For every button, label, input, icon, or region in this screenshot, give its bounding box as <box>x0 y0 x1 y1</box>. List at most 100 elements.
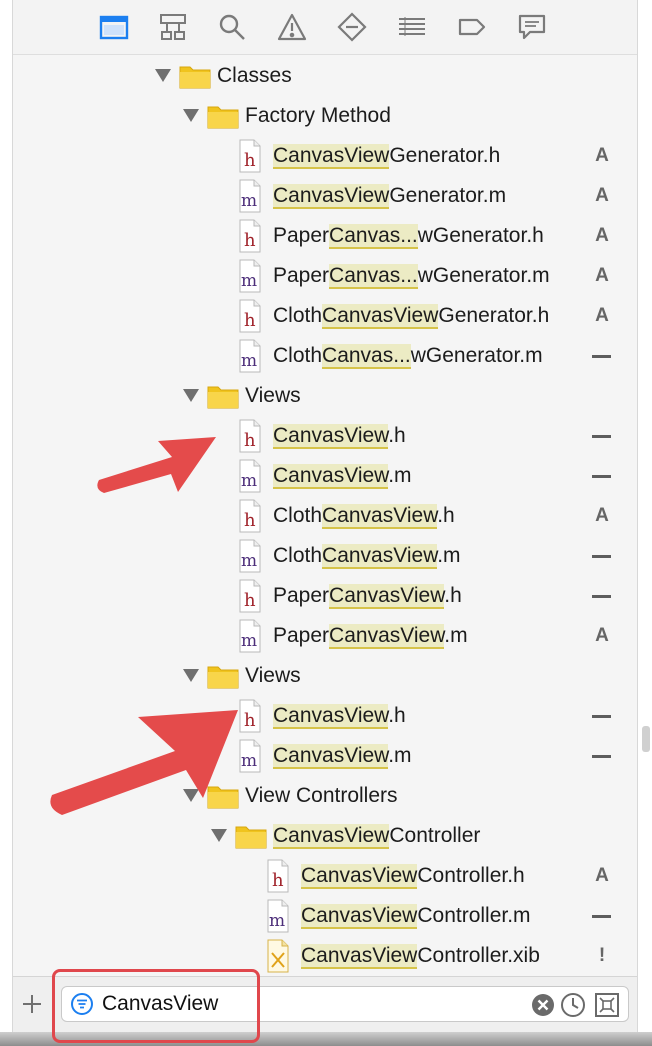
folder-label: Views <box>245 384 301 407</box>
file-row[interactable]: m ClothCanvas...wGenerator.m <box>13 336 637 376</box>
folder-icon[interactable] <box>97 10 131 44</box>
file-row[interactable]: m CanvasView.m <box>13 736 637 776</box>
source-control-filter-icon[interactable] <box>594 992 620 1018</box>
status-none-indicator <box>592 475 611 478</box>
folder-row[interactable]: Classes <box>13 56 637 96</box>
file-row[interactable]: h CanvasViewGenerator.h A <box>13 136 637 176</box>
svg-text:h: h <box>244 590 256 611</box>
file-name: ClothCanvasView.h <box>273 496 455 536</box>
source-control-status: A <box>595 625 609 646</box>
disclosure-triangle-icon[interactable] <box>211 829 227 842</box>
implementation-file-icon: m <box>239 539 261 573</box>
source-control-status: ! <box>598 945 606 966</box>
comment-icon[interactable] <box>515 10 549 44</box>
folder-icon <box>235 826 267 849</box>
annotation-highlight-box <box>52 969 260 1043</box>
recent-files-icon[interactable] <box>560 992 586 1018</box>
file-name: ClothCanvas...wGenerator.m <box>273 336 543 376</box>
svg-text:m: m <box>241 751 257 771</box>
svg-text:m: m <box>241 551 257 571</box>
file-name: CanvasView.h <box>273 416 406 456</box>
filter-match-highlight: CanvasView <box>329 584 445 609</box>
name-part: .h <box>437 504 455 527</box>
folder-name: Views <box>245 376 301 416</box>
clear-filter-icon[interactable] <box>530 992 556 1018</box>
name-part: Paper <box>273 584 330 607</box>
filter-match-highlight: CanvasView <box>322 304 439 329</box>
filter-match-highlight: CanvasView <box>329 624 445 649</box>
folder-name: Views <box>245 656 301 696</box>
name-part: Controller.xib <box>417 944 540 967</box>
file-row[interactable]: h CanvasView.h <box>13 416 637 456</box>
file-tree: Classes Factory Method h CanvasViewGenerato… <box>13 56 637 976</box>
folder-row[interactable]: Views <box>13 376 637 416</box>
folder-row[interactable]: Views <box>13 656 637 696</box>
source-control-status: A <box>595 225 609 246</box>
file-row[interactable]: m CanvasViewController.m <box>13 896 637 936</box>
name-part: .h <box>388 704 406 727</box>
file-row[interactable]: m CanvasView.m <box>13 456 637 496</box>
warning-icon[interactable] <box>275 10 309 44</box>
file-row[interactable]: m CanvasViewGenerator.m A <box>13 176 637 216</box>
source-control-status: A <box>595 145 609 166</box>
file-row[interactable]: h CanvasView.h <box>13 696 637 736</box>
file-row[interactable]: h ClothCanvasViewGenerator.h A <box>13 296 637 336</box>
implementation-file-icon: m <box>239 739 261 773</box>
file-name: CanvasView.h <box>273 696 406 736</box>
file-row[interactable]: h ClothCanvasView.h A <box>13 496 637 536</box>
folder-label: Views <box>245 664 301 687</box>
file-row[interactable]: h CanvasViewController.h A <box>13 856 637 896</box>
disclosure-triangle-icon[interactable] <box>155 69 171 82</box>
folder-icon <box>207 666 239 689</box>
test-diamond-icon[interactable] <box>335 10 369 44</box>
filter-match-highlight: CanvasView <box>322 544 438 569</box>
file-row[interactable]: m PaperCanvasView.m A <box>13 616 637 656</box>
svg-text:m: m <box>269 911 285 931</box>
name-part: Generator.h <box>438 304 550 327</box>
disclosure-triangle-icon[interactable] <box>183 789 199 802</box>
filter-match-highlight: CanvasView <box>273 824 390 849</box>
list-icon[interactable] <box>395 10 429 44</box>
name-part: Cloth <box>273 344 323 367</box>
file-row[interactable]: m PaperCanvas...wGenerator.m A <box>13 256 637 296</box>
file-name: CanvasViewController.xib <box>301 936 540 976</box>
name-part: wGenerator.m <box>417 264 550 287</box>
svg-text:m: m <box>241 471 257 491</box>
file-row[interactable]: h PaperCanvas...wGenerator.h A <box>13 216 637 256</box>
svg-text:h: h <box>244 150 256 171</box>
disclosure-triangle-icon[interactable] <box>183 109 199 122</box>
filter-match-highlight: CanvasView <box>273 184 390 209</box>
disclosure-triangle-icon[interactable] <box>183 389 199 402</box>
name-part: .m <box>388 464 412 487</box>
filter-match-highlight: CanvasView <box>301 904 418 929</box>
filter-match-highlight: CanvasView <box>273 744 389 769</box>
status-none-indicator <box>592 435 611 438</box>
file-name: PaperCanvas...wGenerator.m <box>273 256 550 296</box>
implementation-file-icon: m <box>239 259 261 293</box>
folder-row[interactable]: Factory Method <box>13 96 637 136</box>
folder-row[interactable]: View Controllers <box>13 776 637 816</box>
source-control-status: A <box>595 185 609 206</box>
file-row[interactable]: h PaperCanvasView.h <box>13 576 637 616</box>
tag-icon[interactable] <box>455 10 489 44</box>
search-icon[interactable] <box>215 10 249 44</box>
file-row[interactable]: m ClothCanvasView.m <box>13 536 637 576</box>
file-name: PaperCanvasView.h <box>273 576 462 616</box>
folder-row[interactable]: CanvasViewController <box>13 816 637 856</box>
hierarchy-icon[interactable] <box>156 10 190 44</box>
name-part: Controller.m <box>417 904 531 927</box>
status-none-indicator <box>592 595 611 598</box>
folder-icon <box>207 106 239 129</box>
filter-match-highlight: CanvasView <box>322 504 438 529</box>
folder-label: Factory Method <box>245 104 391 127</box>
file-name: CanvasViewController.h <box>301 856 525 896</box>
folder-label: View Controllers <box>245 784 398 807</box>
header-file-icon: h <box>267 859 289 893</box>
file-name: PaperCanvasView.m <box>273 616 468 656</box>
status-none-indicator <box>592 915 611 918</box>
add-icon[interactable] <box>21 993 43 1015</box>
disclosure-triangle-icon[interactable] <box>183 669 199 682</box>
source-control-status: A <box>595 305 609 326</box>
name-part: .m <box>437 544 461 567</box>
scrollbar-thumb[interactable] <box>642 726 650 752</box>
